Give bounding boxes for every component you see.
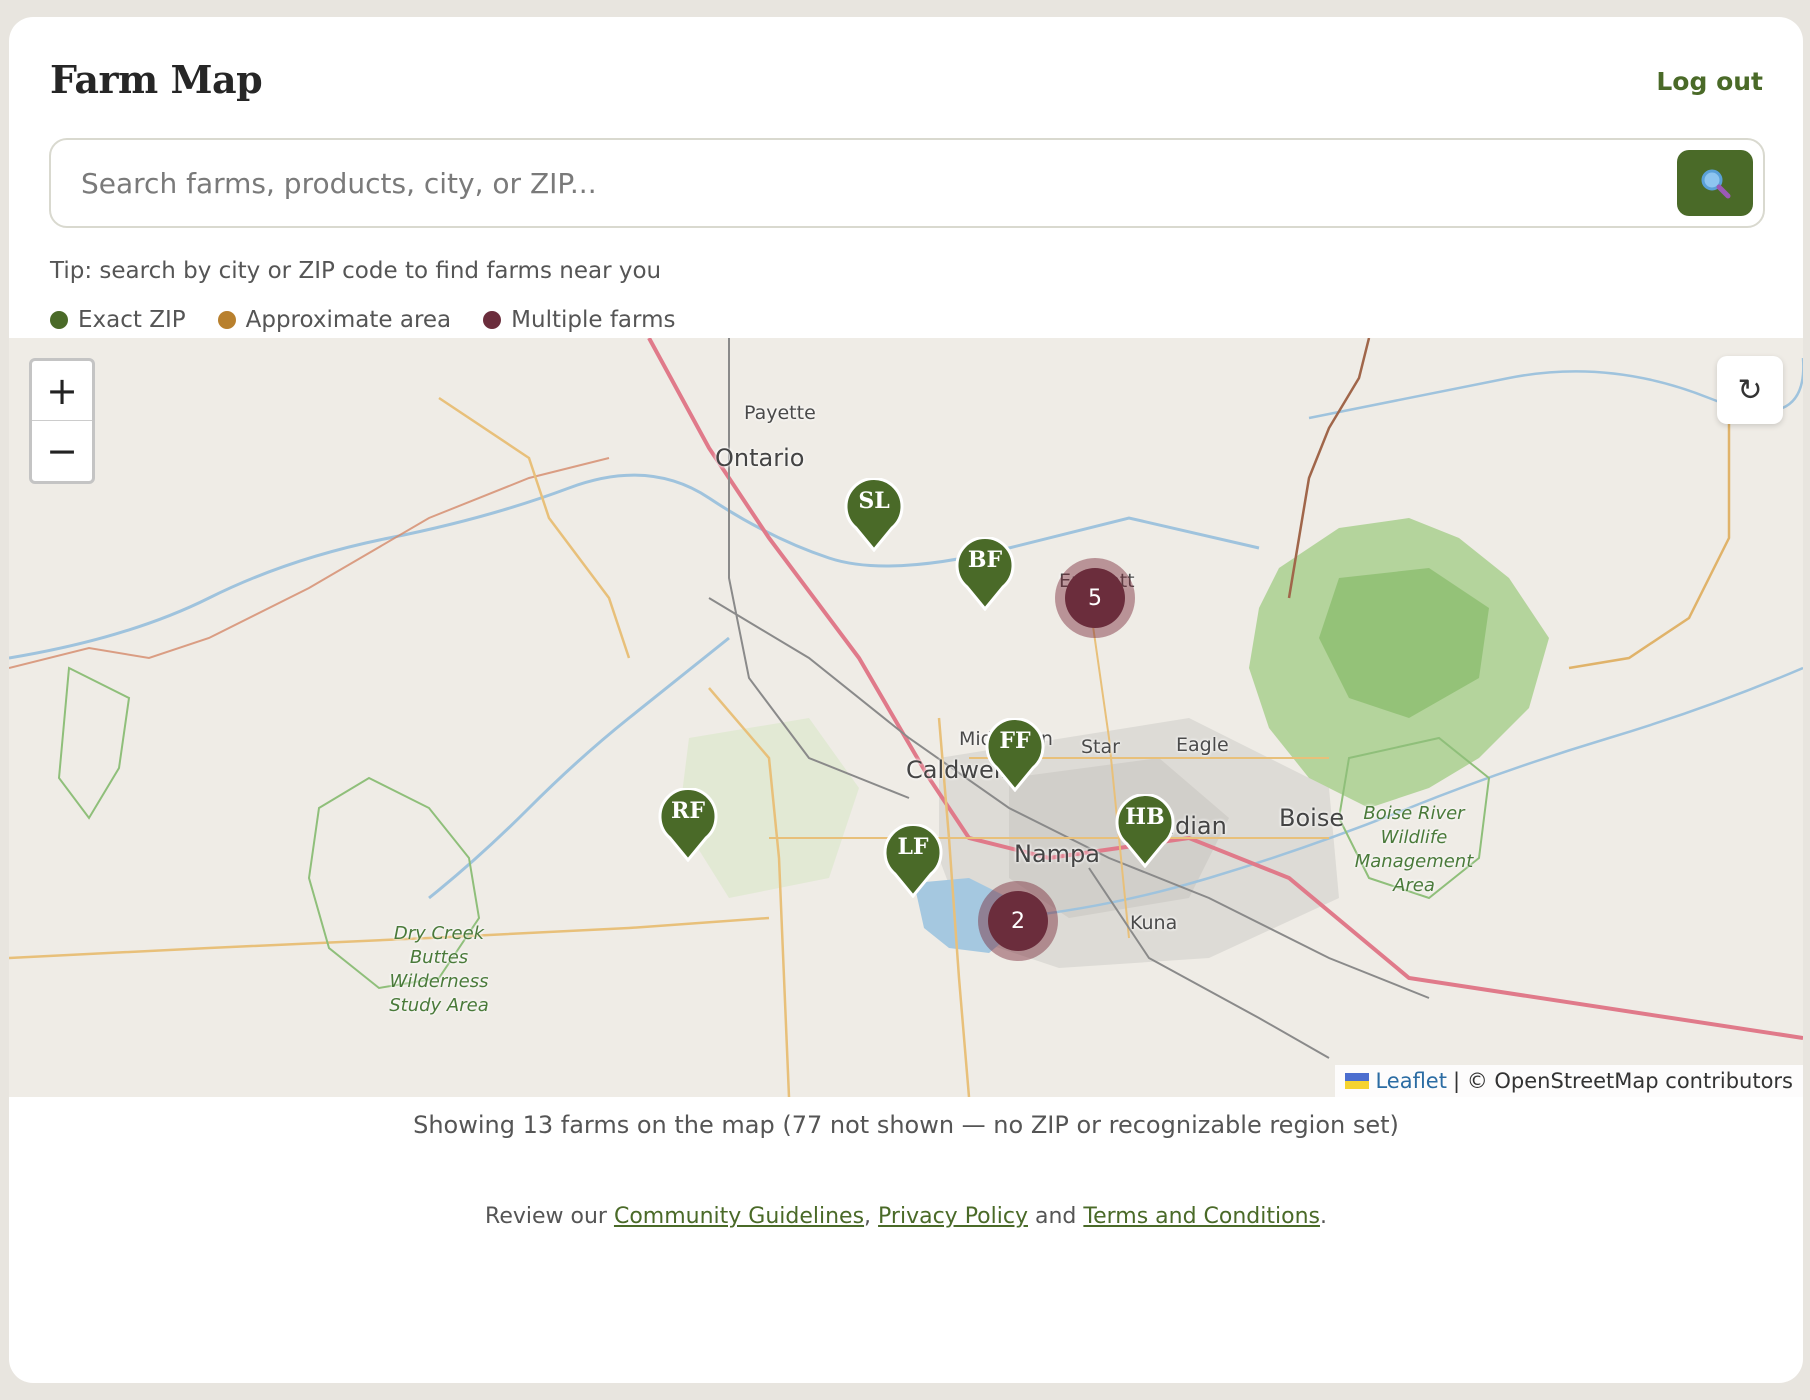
zoom-in-button[interactable]: + (32, 361, 92, 421)
legend-exact-zip: Exact ZIP (50, 307, 186, 333)
pin-label: RF (671, 798, 705, 824)
ukraine-flag-icon (1345, 1073, 1370, 1089)
search-button[interactable] (1677, 150, 1753, 216)
legend-dot-icon (50, 311, 68, 329)
refresh-icon: ↻ (1737, 372, 1763, 408)
farm-pin-bf[interactable]: BF (955, 537, 1015, 611)
farm-pin-rf[interactable]: RF (658, 788, 718, 862)
community-guidelines-link[interactable]: Community Guidelines (614, 1204, 864, 1229)
farm-pin-ff[interactable]: FF (985, 718, 1045, 792)
terms-link[interactable]: Terms and Conditions (1083, 1204, 1320, 1229)
place-label: Boise (1279, 804, 1345, 832)
footer-links: Review our Community Guidelines, Privacy… (9, 1204, 1803, 1229)
leaflet-link[interactable]: Leaflet (1375, 1069, 1447, 1093)
pin-label: BF (967, 547, 1003, 573)
pin-label: FF (999, 728, 1031, 754)
osm-attribution: | © OpenStreetMap contributors (1452, 1069, 1793, 1093)
place-label: Eagle (1176, 734, 1229, 756)
legend-label: Approximate area (245, 307, 452, 333)
pin-label: LF (897, 834, 929, 860)
legend-label: Multiple farms (511, 307, 676, 333)
footer-comma: , (864, 1204, 872, 1229)
map-attribution: Leaflet | © OpenStreetMap contributors (1335, 1065, 1803, 1097)
legend-label: Exact ZIP (78, 307, 186, 333)
farm-cluster-nampa[interactable]: 2 (978, 881, 1058, 961)
search-bar (49, 138, 1765, 228)
footer-period: . (1319, 1204, 1327, 1229)
farm-map-card: Farm Map Log out Tip: search by city or … (9, 17, 1803, 1383)
footer-text: and (1034, 1204, 1077, 1229)
pin-label: SL (858, 488, 890, 514)
search-tip: Tip: search by city or ZIP code to find … (50, 258, 662, 284)
legend-approximate-area: Approximate area (217, 307, 452, 333)
farm-pin-hb[interactable]: HB (1115, 794, 1175, 868)
zoom-control: + − (29, 358, 95, 484)
map-legend: Exact ZIP Approximate area Multiple farm… (50, 307, 675, 333)
zoom-out-button[interactable]: − (32, 421, 92, 481)
place-label: Kuna (1130, 912, 1178, 934)
farm-pin-sl[interactable]: SL (844, 478, 904, 552)
legend-dot-icon (217, 311, 236, 329)
map-tiles[interactable] (9, 338, 1803, 1097)
footer-text: Review our (485, 1204, 607, 1229)
search-input[interactable] (81, 140, 1621, 226)
park-label: Dry Creek Buttes Wilderness Study Area (389, 923, 489, 1016)
cluster-count: 2 (988, 891, 1048, 951)
legend-dot-icon (483, 311, 502, 329)
privacy-policy-link[interactable]: Privacy Policy (878, 1204, 1028, 1229)
map-view[interactable]: + − ↻ Payette Ontario Emmett Middleton S… (9, 338, 1803, 1097)
place-label: Payette (744, 402, 816, 424)
place-label: Nampa (1014, 840, 1100, 868)
search-icon (1701, 169, 1731, 199)
place-label: Star (1081, 736, 1120, 758)
cluster-count: 5 (1065, 568, 1125, 628)
legend-multiple-farms: Multiple farms (483, 307, 675, 333)
map-summary: Showing 13 farms on the map (77 not show… (413, 1111, 1399, 1139)
pin-label: HB (1125, 804, 1165, 830)
park-label: Boise River Wildlife Management Area (1354, 803, 1474, 896)
farm-pin-lf[interactable]: LF (883, 824, 943, 898)
reset-view-button[interactable]: ↻ (1717, 356, 1783, 424)
page-title: Farm Map (50, 57, 263, 102)
place-label: Ontario (715, 444, 805, 472)
logout-link[interactable]: Log out (1656, 67, 1763, 96)
farm-cluster-emmett[interactable]: 5 (1055, 558, 1135, 638)
